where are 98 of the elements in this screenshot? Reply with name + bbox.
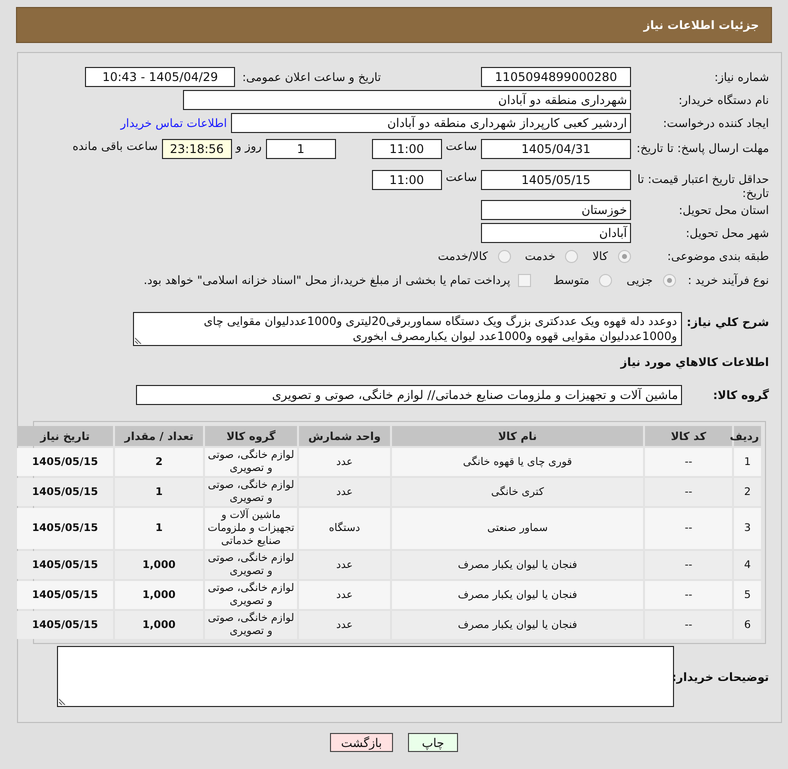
back-button[interactable]: بازگشت [330, 733, 393, 752]
table-cell: لوازم خانگی، صوتی و تصویری [205, 611, 297, 639]
table-cell: -- [645, 478, 732, 506]
table-cell: 2 [115, 448, 203, 476]
column-header: واحد شمارش [299, 426, 390, 446]
remaining-time-field: 23:18:56 [162, 139, 232, 159]
table-cell: -- [645, 551, 732, 579]
table-cell: 1 [734, 448, 761, 476]
table-cell: لوازم خانگی، صوتی و تصویری [205, 551, 297, 579]
description-textarea[interactable]: دوعدد دله قهوه ویک عددکتری بزرگ ویک دستگاه سماوربرقی20لیتری و1000عددلیوان مقوایی چای و1000عددلیوان مقوایی قهوه و1000عدد لیوان یکبارمصرف ابخوری [133, 312, 682, 346]
requester-field[interactable]: اردشیر کعبی کارپرداز شهرداری منطقه دو آبادان [231, 113, 631, 133]
table-cell: 1,000 [115, 551, 203, 579]
table-cell: 1 [115, 508, 203, 549]
field-label: روز و [236, 139, 262, 153]
table-cell: -- [645, 581, 732, 609]
date-field[interactable]: 1405/05/15 [481, 170, 631, 190]
table-cell: 1405/05/15 [17, 611, 113, 639]
contact-link[interactable]: اطلاعات تماس خریدار [120, 116, 227, 130]
table-cell: 6 [734, 611, 761, 639]
field-label: مهلت ارسال پاسخ: تا تاریخ: [635, 140, 769, 155]
need-number-field[interactable]: 1105094899000280 [481, 67, 631, 87]
field-label: نوع فرآیند خرید : [688, 273, 769, 287]
table-cell: کتری خانگی [392, 478, 643, 506]
buyer-notes-textarea[interactable] [57, 646, 674, 707]
buyer-org-field[interactable]: شهرداری منطقه دو آبادان [183, 90, 631, 110]
column-header: گروه کالا [205, 426, 297, 446]
table-cell: ماشین آلات و تجهیزات و ملزومات صنایع خدماتی [205, 508, 297, 549]
table-cell: 1,000 [115, 611, 203, 639]
table-cell: -- [645, 611, 732, 639]
table-cell: 1405/05/15 [17, 478, 113, 506]
table-cell: -- [645, 508, 732, 549]
print-button[interactable]: چاپ [408, 733, 458, 752]
radio-button[interactable] [498, 250, 511, 262]
radio-label: کالا [592, 249, 608, 263]
column-header: نام کالا [392, 426, 643, 446]
field-label: حداقل تاریخ اعتبار قیمت: تا تاریخ: [636, 171, 769, 200]
city-field[interactable]: آبادان [481, 223, 631, 243]
table-cell: 1,000 [115, 581, 203, 609]
field-label: شهر محل تحویل: [684, 226, 769, 240]
table-cell: -- [645, 448, 732, 476]
radio-button[interactable] [618, 250, 631, 262]
table-cell: 1405/05/15 [17, 581, 113, 609]
table-cell: لوازم خانگی، صوتی و تصویری [205, 478, 297, 506]
table-cell: 1405/05/15 [17, 448, 113, 476]
table-cell: 2 [734, 478, 761, 506]
field-label: شماره نیاز: [713, 70, 769, 84]
radio-label: جزیی [626, 273, 653, 287]
field-label: شرح كلي نياز: [686, 314, 769, 329]
table-cell: فنجان یا لیوان یکبار مصرف [392, 611, 643, 639]
table-cell: فنجان یا لیوان یکبار مصرف [392, 581, 643, 609]
table-cell: سماور صنعتی [392, 508, 643, 549]
radio-button[interactable] [599, 274, 612, 286]
column-header: تعداد / مقدار [115, 426, 203, 446]
field-label: نام دستگاه خریدار: [677, 93, 769, 107]
radio-label: متوسط [553, 273, 590, 287]
table-cell: قوری چای یا قهوه خانگی [392, 448, 643, 476]
field-label: گروه كالا: [712, 388, 769, 402]
table-cell: عدد [299, 581, 390, 609]
table-cell: لوازم خانگی، صوتی و تصویری [205, 448, 297, 476]
days-field[interactable]: 1 [266, 139, 336, 159]
radio-label: خدمت [524, 249, 556, 263]
page-title: جزئیات اطلاعات نیاز [643, 18, 759, 32]
table-cell: دستگاه [299, 508, 390, 549]
table-cell: 3 [734, 508, 761, 549]
table-cell: عدد [299, 448, 390, 476]
time-field[interactable]: 11:00 [372, 170, 442, 190]
field-label: ساعت [446, 170, 477, 184]
column-header: تاریخ نیاز [17, 426, 113, 446]
table-cell: 1405/05/15 [17, 508, 113, 549]
date-field[interactable]: 1405/04/31 [481, 139, 631, 159]
table-cell: 1405/05/15 [17, 551, 113, 579]
table-cell: عدد [299, 478, 390, 506]
time-field[interactable]: 11:00 [372, 139, 442, 159]
table-cell: فنجان یا لیوان یکبار مصرف [392, 551, 643, 579]
field-label: ایجاد کننده درخواست: [662, 116, 769, 130]
section-title: اطلاعات كالاهاي مورد نياز [619, 354, 769, 370]
province-field[interactable]: خوزستان [481, 200, 631, 220]
goods-group-field[interactable]: ماشین آلات و تجهیزات و ملزومات صنایع خدماتی// لوازم خانگی، صوتی و تصویری [136, 385, 682, 405]
field-label: استان محل تحویل: [678, 203, 769, 217]
resize-grip-icon[interactable] [135, 336, 143, 344]
column-header: کد کالا [645, 426, 732, 446]
table-cell: 4 [734, 551, 761, 579]
table-cell: عدد [299, 551, 390, 579]
announce-date-field[interactable]: 1405/04/29 - 10:43 [85, 67, 236, 87]
table-cell: لوازم خانگی، صوتی و تصویری [205, 581, 297, 609]
radio-button[interactable] [662, 274, 676, 286]
field-label: ساعت [446, 139, 477, 153]
radio-button[interactable] [565, 250, 578, 262]
field-label: طبقه بندی موضوعی: [666, 249, 769, 263]
checkbox-label: پرداخت تمام یا بخشی از مبلغ خرید،از محل "اسناد خزانه اسلامی" خواهد بود. [144, 273, 510, 287]
table-cell: 5 [734, 581, 761, 609]
resize-grip-icon[interactable] [59, 697, 67, 705]
field-label: تاریخ و ساعت اعلان عمومی: [242, 70, 381, 84]
table-cell: عدد [299, 611, 390, 639]
table-cell: 1 [115, 478, 203, 506]
radio-label: کالا/خدمت [438, 249, 488, 263]
field-label: ساعت باقی مانده [72, 139, 158, 153]
checkbox[interactable] [518, 274, 532, 286]
